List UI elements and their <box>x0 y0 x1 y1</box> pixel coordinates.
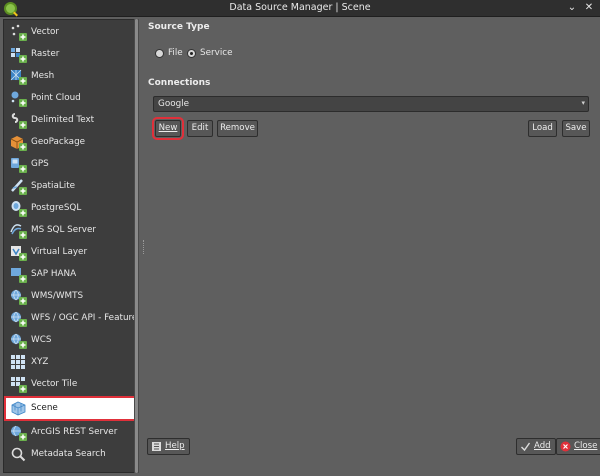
sidebar-item-raster[interactable]: Raster <box>6 44 135 65</box>
sidebar-item-label: Metadata Search <box>31 449 106 459</box>
virtual-layer-icon <box>11 246 27 261</box>
sidebar-scrollbar[interactable] <box>134 19 139 473</box>
sap-hana-icon <box>11 268 27 283</box>
add-button-label: Add <box>534 441 551 451</box>
add-button[interactable]: Add <box>516 438 556 455</box>
window-title: Data Source Manager | Scene <box>229 2 371 13</box>
sidebar-item-vector[interactable]: Vector <box>6 22 135 43</box>
sidebar-item-label: Virtual Layer <box>31 247 88 257</box>
sidebar-item-label: Scene <box>31 403 58 413</box>
sidebar-item-label: MS SQL Server <box>31 225 97 235</box>
sidebar-item-mssql[interactable]: MS SQL Server <box>6 220 135 241</box>
sidebar-item-spatialite[interactable]: SpatiaLite <box>6 176 135 197</box>
help-button-label: Help <box>165 441 185 451</box>
sidebar-item-arcgis-rest[interactable]: ArcGIS REST Server <box>6 422 135 443</box>
source-type-heading: Source Type <box>148 22 210 32</box>
splitter-handle[interactable] <box>143 240 145 254</box>
title-bar: Data Source Manager | Scene ⌄ ✕ <box>0 0 600 17</box>
vector-tile-icon <box>11 377 27 393</box>
wms-icon <box>11 289 27 305</box>
postgresql-icon <box>11 201 27 217</box>
sidebar-item-sap-hana[interactable]: SAP HANA <box>6 264 135 285</box>
sidebar-item-label: Delimited Text <box>31 115 95 125</box>
sidebar-item-label: WMS/WMTS <box>31 291 84 301</box>
sidebar-item-virtual-layer[interactable]: Virtual Layer <box>6 242 135 263</box>
sidebar-item-label: PostgreSQL <box>31 203 82 213</box>
sidebar-item-delimited-text[interactable]: Delimited Text <box>6 110 135 131</box>
connection-select[interactable]: Google ▾ <box>153 96 589 112</box>
sidebar-item-label: ArcGIS REST Server <box>31 427 118 437</box>
new-connection-button[interactable]: New <box>152 117 184 140</box>
sidebar-item-label: Mesh <box>31 71 55 81</box>
sidebar-item-label: SAP HANA <box>31 269 77 279</box>
close-circle-icon <box>560 441 571 452</box>
sidebar-item-label: Vector <box>31 27 60 37</box>
delimited-text-icon <box>11 113 27 129</box>
sidebar-item-wms-wmts[interactable]: WMS/WMTS <box>6 286 135 307</box>
radio-service-indicator[interactable] <box>187 49 196 58</box>
radio-service-label: Service <box>200 48 233 58</box>
close-button[interactable]: Close <box>556 438 600 455</box>
point-cloud-icon <box>11 91 27 107</box>
source-list: Vector Raster Mesh Point Cloud Delimited… <box>3 19 136 473</box>
metadata-search-icon <box>11 447 26 462</box>
gps-icon <box>11 158 27 173</box>
sidebar-item-label: GPS <box>31 159 49 169</box>
save-button[interactable]: Save <box>562 120 590 137</box>
sidebar-item-wfs[interactable]: WFS / OGC API - Features <box>6 308 135 329</box>
new-button-label: New <box>158 123 178 133</box>
help-icon <box>152 442 161 451</box>
xyz-icon <box>11 355 25 369</box>
sidebar-item-label: WFS / OGC API - Features <box>31 313 136 323</box>
sidebar-item-mesh[interactable]: Mesh <box>6 66 135 87</box>
mesh-icon <box>10 69 27 85</box>
sidebar-item-label: SpatiaLite <box>31 181 76 191</box>
sidebar-item-point-cloud[interactable]: Point Cloud <box>6 88 135 109</box>
sidebar-item-label: XYZ <box>31 357 49 367</box>
sidebar-item-wcs[interactable]: WCS <box>6 330 135 351</box>
close-button-label: Close <box>574 441 598 451</box>
edit-connection-button[interactable]: Edit <box>187 120 213 137</box>
sidebar-item-geopackage[interactable]: GeoPackage <box>6 132 135 153</box>
wcs-icon <box>11 333 27 349</box>
collapse-icon[interactable]: ⌄ <box>565 1 579 15</box>
check-icon <box>521 442 531 452</box>
radio-file-label: File <box>168 48 183 58</box>
connection-select-value: Google <box>158 99 190 109</box>
arcgis-icon <box>11 425 27 441</box>
connections-heading: Connections <box>148 78 211 88</box>
sidebar-item-label: Point Cloud <box>31 93 81 103</box>
dropdown-arrow-icon: ▾ <box>581 99 585 107</box>
sidebar-item-scene[interactable]: Scene <box>4 396 135 421</box>
sidebar-item-postgresql[interactable]: PostgreSQL <box>6 198 135 219</box>
scrollbar-thumb[interactable] <box>135 19 138 473</box>
mssql-icon <box>10 224 27 239</box>
sidebar-item-metadata-search[interactable]: Metadata Search <box>6 444 135 465</box>
sidebar-item-label: GeoPackage <box>31 137 86 147</box>
scene-icon <box>11 401 26 416</box>
remove-connection-button[interactable]: Remove <box>217 120 258 137</box>
load-button[interactable]: Load <box>528 120 557 137</box>
spatialite-icon <box>11 179 27 195</box>
main-panel: Source Type File Service Connections Goo… <box>146 19 596 473</box>
sidebar-item-gps[interactable]: GPS <box>6 154 135 175</box>
sidebar-item-label: WCS <box>31 335 52 345</box>
sidebar-item-label: Vector Tile <box>31 379 78 389</box>
radio-file-indicator[interactable] <box>155 49 164 58</box>
geopackage-icon <box>10 136 27 151</box>
wfs-icon <box>11 311 27 327</box>
sidebar-item-xyz[interactable]: XYZ <box>6 352 135 373</box>
sidebar-item-vector-tile[interactable]: Vector Tile <box>6 374 135 395</box>
raster-icon <box>11 48 27 63</box>
close-icon[interactable]: ✕ <box>582 1 596 15</box>
vector-icon <box>11 24 27 41</box>
sidebar-item-label: Raster <box>31 49 60 59</box>
help-button[interactable]: Help <box>147 438 190 455</box>
